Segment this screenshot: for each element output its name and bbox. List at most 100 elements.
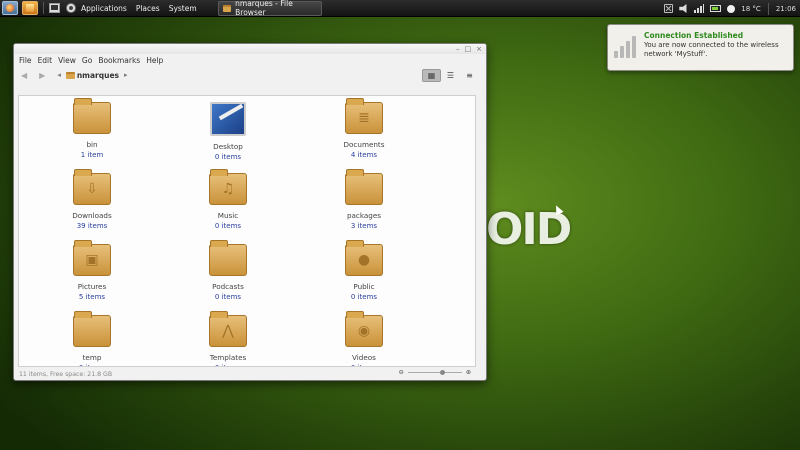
file-item-documents[interactable]: ≣ Documents 4 items [319,98,409,159]
tray-separator [767,2,769,15]
icon-view-icon[interactable]: ▦ [422,69,441,82]
file-item-label: Music [217,211,239,220]
file-grid: bin 1 item Desktop 0 items ≣ Documents 4 items… [19,96,475,366]
notification-body: You are now connected to the wireless ne… [644,41,779,58]
public-folder-icon: ● [345,240,383,276]
zoom-control: ⊖ ⊕ [399,369,471,376]
menubar: File Edit View Go Bookmarks Help [14,54,486,66]
terminal-icon[interactable] [49,3,60,13]
file-item-downloads[interactable]: ⇩ Downloads 39 items [47,169,137,230]
file-item-temp[interactable]: temp 0 items [47,311,137,366]
panel-separator [43,2,44,14]
file-item-music[interactable]: ♫ Music 0 items [183,169,273,230]
file-item-label: packages [346,211,382,220]
top-panel: Applications Places System nmarques - Fi… [0,0,800,17]
battery-icon[interactable] [710,5,722,12]
folder-icon [209,240,247,276]
music-folder-icon: ♫ [209,169,247,205]
back-arrow-icon[interactable]: ◀ [21,71,27,80]
close-icon[interactable] [664,4,674,13]
minimize-icon[interactable]: – [456,45,460,53]
system-tray: 18 °C 21:06 [664,0,796,17]
menu-go[interactable]: Go [82,56,92,65]
statusbar: 11 items, Free space: 21.8 GB ⊖ ⊕ [19,369,483,379]
file-item-count: 0 items [214,222,242,230]
file-item-count: 0 items [47,364,137,366]
file-item-count: 4 items [350,151,378,159]
wifi-signal-icon[interactable] [694,4,705,13]
menu-view[interactable]: View [58,56,76,65]
zoom-slider-knob[interactable] [439,370,445,375]
menu-help[interactable]: Help [146,56,163,65]
file-item-bin[interactable]: bin 1 item [47,98,137,159]
templates-folder-icon: ⋀ [209,311,247,347]
wifi-signal-icon [614,34,636,58]
file-item-pictures[interactable]: ▣ Pictures 5 items [47,240,137,301]
network-notification[interactable]: Connection Established You are now conne… [607,24,794,71]
folder-icon [222,4,232,12]
file-item-label: Videos [352,353,376,362]
list-view-icon[interactable]: ☰ [441,69,460,82]
file-item-count: 0 items [214,293,242,301]
file-item-label: bin [86,140,98,149]
menu-applications[interactable]: Applications [81,4,127,13]
location-label: nmarques [76,70,120,80]
file-item-packages[interactable]: packages 3 items [319,169,409,230]
weather-icon[interactable] [727,4,736,13]
file-item-templates[interactable]: ⋀ Templates 0 items [183,311,273,366]
breadcrumb-current[interactable]: nmarques [65,70,120,80]
folder-icon [73,98,111,134]
zoom-in-icon[interactable]: ⊕ [466,369,471,376]
forward-arrow-icon[interactable]: ▶ [39,71,45,80]
window-titlebar[interactable]: – □ × [14,44,486,54]
status-text: 11 items, Free space: 21.8 GB [19,370,113,378]
taskbar-file-browser[interactable]: nmarques - File Browser [217,0,322,17]
menu-system[interactable]: System [169,4,197,13]
menu-places[interactable]: Places [136,4,160,13]
notification-title: Connection Established [644,31,744,40]
taskbar-title: nmarques - File Browser [235,0,293,17]
breadcrumb-left-icon[interactable]: ◂ [57,71,61,79]
menu-edit[interactable]: Edit [38,56,53,65]
temperature[interactable]: 18 °C [741,5,761,13]
file-item-count: 0 items [350,293,378,301]
zoom-out-icon[interactable]: ⊖ [399,369,404,376]
pictures-emblem-icon: ▣ [85,252,99,268]
toolbar: ◀ ▶ ◂ nmarques ▸ ▦ ☰ ≡ [14,66,486,84]
file-item-label: Templates [209,353,247,362]
close-icon[interactable]: × [476,45,482,53]
file-item-label: Pictures [77,282,107,291]
menu-bookmarks[interactable]: Bookmarks [98,56,140,65]
breadcrumb-right-icon[interactable]: ▸ [124,71,128,79]
file-item-label: Podcasts [212,282,244,291]
file-item-public[interactable]: ● Public 0 items [319,240,409,301]
file-item-desktop[interactable]: Desktop 0 items [183,102,273,161]
view-switcher: ▦ ☰ ≡ [422,69,479,82]
file-manager-launcher[interactable] [22,1,38,15]
file-item-label: Downloads [72,211,112,220]
file-view[interactable]: bin 1 item Desktop 0 items ≣ Documents 4 items… [18,95,476,367]
file-item-count: 1 item [80,151,104,159]
volume-icon[interactable] [679,4,687,13]
file-item-podcasts[interactable]: Podcasts 0 items [183,240,273,301]
templates-emblem-icon: ⋀ [222,323,234,339]
distro-logo-icon[interactable] [66,3,76,13]
maximize-icon[interactable]: □ [465,45,472,53]
file-item-videos[interactable]: ◉ Videos 0 items [319,311,409,366]
pictures-folder-icon: ▣ [73,240,111,276]
compact-view-icon[interactable]: ≡ [460,69,479,82]
firefox-icon [6,4,14,12]
zoom-slider[interactable] [407,370,462,375]
files-icon [26,4,34,12]
documents-folder-icon: ≣ [345,98,383,134]
file-item-label: temp [82,353,102,362]
menu-file[interactable]: File [19,56,32,65]
folder-icon [345,169,383,205]
music-emblem-icon: ♫ [221,181,235,197]
file-item-label: Documents [343,140,385,149]
firefox-launcher[interactable] [2,1,18,15]
file-item-count: 0 items [214,153,242,161]
file-browser-window: – □ × File Edit View Go Bookmarks Help ◀… [13,43,487,381]
clock[interactable]: 21:06 [776,5,796,13]
folder-icon [73,311,111,347]
